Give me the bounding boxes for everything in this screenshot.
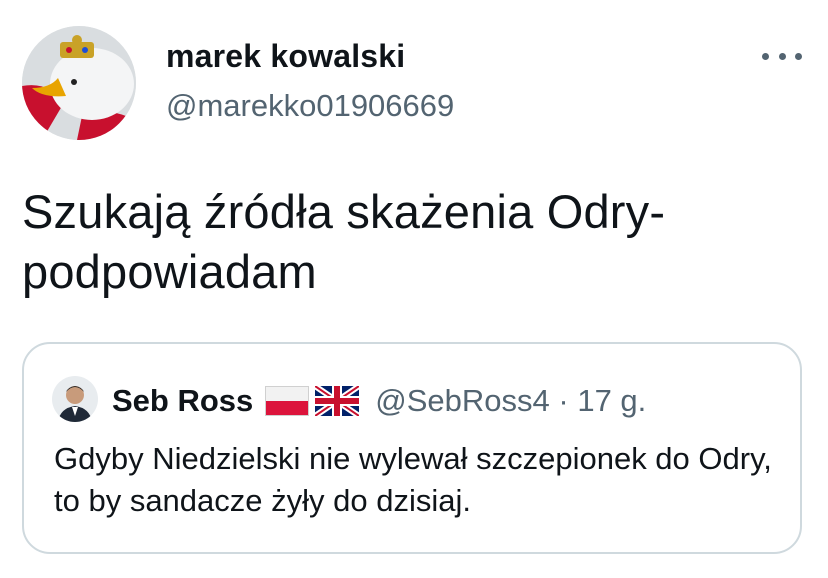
quoted-tweet-card[interactable]: Seb Ross @SebRoss4 · 17 g. Gdyby Niedzie… [22,342,802,554]
author-avatar[interactable] [22,26,136,140]
more-horizontal-icon [762,52,769,60]
more-options-button[interactable] [762,44,802,68]
quoted-handle-and-time[interactable]: @SebRoss4 · 17 g. [375,383,646,419]
person-avatar-icon [52,376,98,422]
flag-uk-icon [315,386,360,416]
eagle-crown-avatar-icon [22,26,136,140]
author-handle[interactable]: @marekko01906669 [166,88,454,124]
quoted-author-avatar[interactable] [52,376,98,422]
flag-poland-icon [265,386,310,416]
quoted-author-name[interactable]: Seb Ross [112,383,253,419]
quoted-tweet-header: Seb Ross @SebRoss4 · 17 g. [112,378,646,424]
author-display-name[interactable]: marek kowalski [166,38,405,75]
tweet-text: Szukają źródła skażenia Odry- podpowiada… [22,185,666,298]
quoted-tweet-text: Gdyby Niedzielski nie wylewał szczepione… [54,441,772,518]
